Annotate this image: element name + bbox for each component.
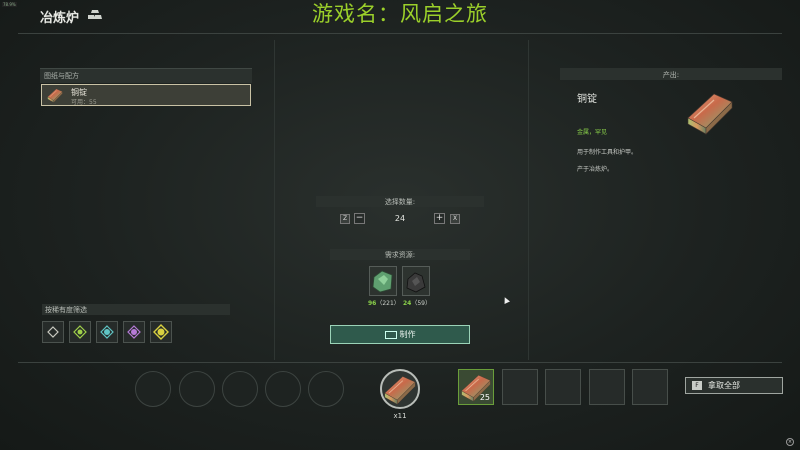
rare-rarity-icon [100, 325, 114, 339]
resource-owned: （221） [376, 300, 400, 307]
uncommon-rarity-icon [73, 325, 87, 339]
quantity-increase-button[interactable]: + [434, 213, 445, 224]
resource-slot-copper-ore[interactable] [369, 266, 397, 296]
craft-button-label: 制作 [399, 330, 416, 339]
quantity-decrease-button[interactable]: − [354, 213, 365, 224]
top-divider [18, 33, 782, 34]
requirements-section-label: 需求资源: [330, 249, 470, 260]
copper-ingot-icon [44, 87, 66, 103]
take-all-button[interactable]: F 拿取全部 [685, 377, 783, 394]
output-item-category: 金属，罕见 [577, 129, 608, 136]
close-icon[interactable]: × [786, 438, 794, 446]
filter-rare-button[interactable] [96, 321, 118, 343]
quantity-value[interactable]: 24 [390, 214, 410, 223]
take-all-key-hint: F [692, 381, 702, 390]
output-slot-empty[interactable] [632, 369, 668, 405]
right-column-divider [528, 40, 529, 360]
queue-slot-empty[interactable] [135, 371, 171, 407]
queue-slot-empty[interactable] [308, 371, 344, 407]
output-slot-empty[interactable] [589, 369, 625, 405]
filter-uncommon-button[interactable] [69, 321, 91, 343]
queue-slot-active[interactable] [380, 369, 420, 409]
spacebar-key-icon [384, 330, 397, 339]
epic-rarity-icon [127, 325, 141, 339]
bottom-divider [18, 362, 782, 363]
output-item-source: 产于冶炼炉。 [577, 166, 614, 173]
output-section-label: 产出: [560, 68, 782, 80]
resource-count-coal: 24（59） [403, 298, 431, 307]
output-item-name: 铜锭 [577, 94, 597, 105]
queue-slot-empty[interactable] [265, 371, 301, 407]
copper-ingot-large-icon [684, 88, 736, 136]
filter-epic-button[interactable] [123, 321, 145, 343]
decrease-key-hint: Z [340, 214, 350, 224]
take-all-label: 拿取全部 [708, 381, 740, 390]
resource-count-copper-ore: 96（221） [368, 298, 400, 307]
increase-key-hint: X [450, 214, 460, 224]
coal-icon [406, 272, 426, 293]
queue-count: x11 [393, 412, 407, 420]
output-slot-empty[interactable] [502, 369, 538, 405]
game-name-banner: 游戏名：风启之旅 [312, 2, 488, 26]
queue-slot-empty[interactable] [222, 371, 258, 407]
left-column-divider [274, 40, 275, 360]
legendary-rarity-icon [153, 324, 169, 340]
resource-slot-coal[interactable] [402, 266, 430, 296]
recipes-section-label: 图纸与配方 [40, 68, 252, 83]
recipe-item-copper-ingot[interactable]: 铜锭 可用：55 [41, 84, 251, 106]
rarity-filter-label: 按稀有度筛选 [42, 304, 230, 315]
craft-button[interactable]: 制作 [330, 325, 470, 344]
copper-ingot-icon [382, 371, 418, 407]
copper-ore-icon [372, 270, 393, 293]
output-slot-filled[interactable]: 25 [458, 369, 494, 405]
quantity-section-label: 选择数量: [316, 196, 484, 207]
filter-legendary-button[interactable] [150, 321, 172, 343]
mouse-cursor-icon [502, 296, 510, 304]
output-slot-empty[interactable] [545, 369, 581, 405]
output-slot-count: 25 [479, 393, 490, 402]
resource-owned: （59） [411, 300, 431, 307]
queue-slot-empty[interactable] [179, 371, 215, 407]
filter-common-button[interactable] [42, 321, 64, 343]
output-item-description: 用于制作工具和护甲。 [577, 149, 638, 156]
common-rarity-icon [47, 326, 59, 338]
recipe-availability: 可用：55 [71, 99, 97, 106]
